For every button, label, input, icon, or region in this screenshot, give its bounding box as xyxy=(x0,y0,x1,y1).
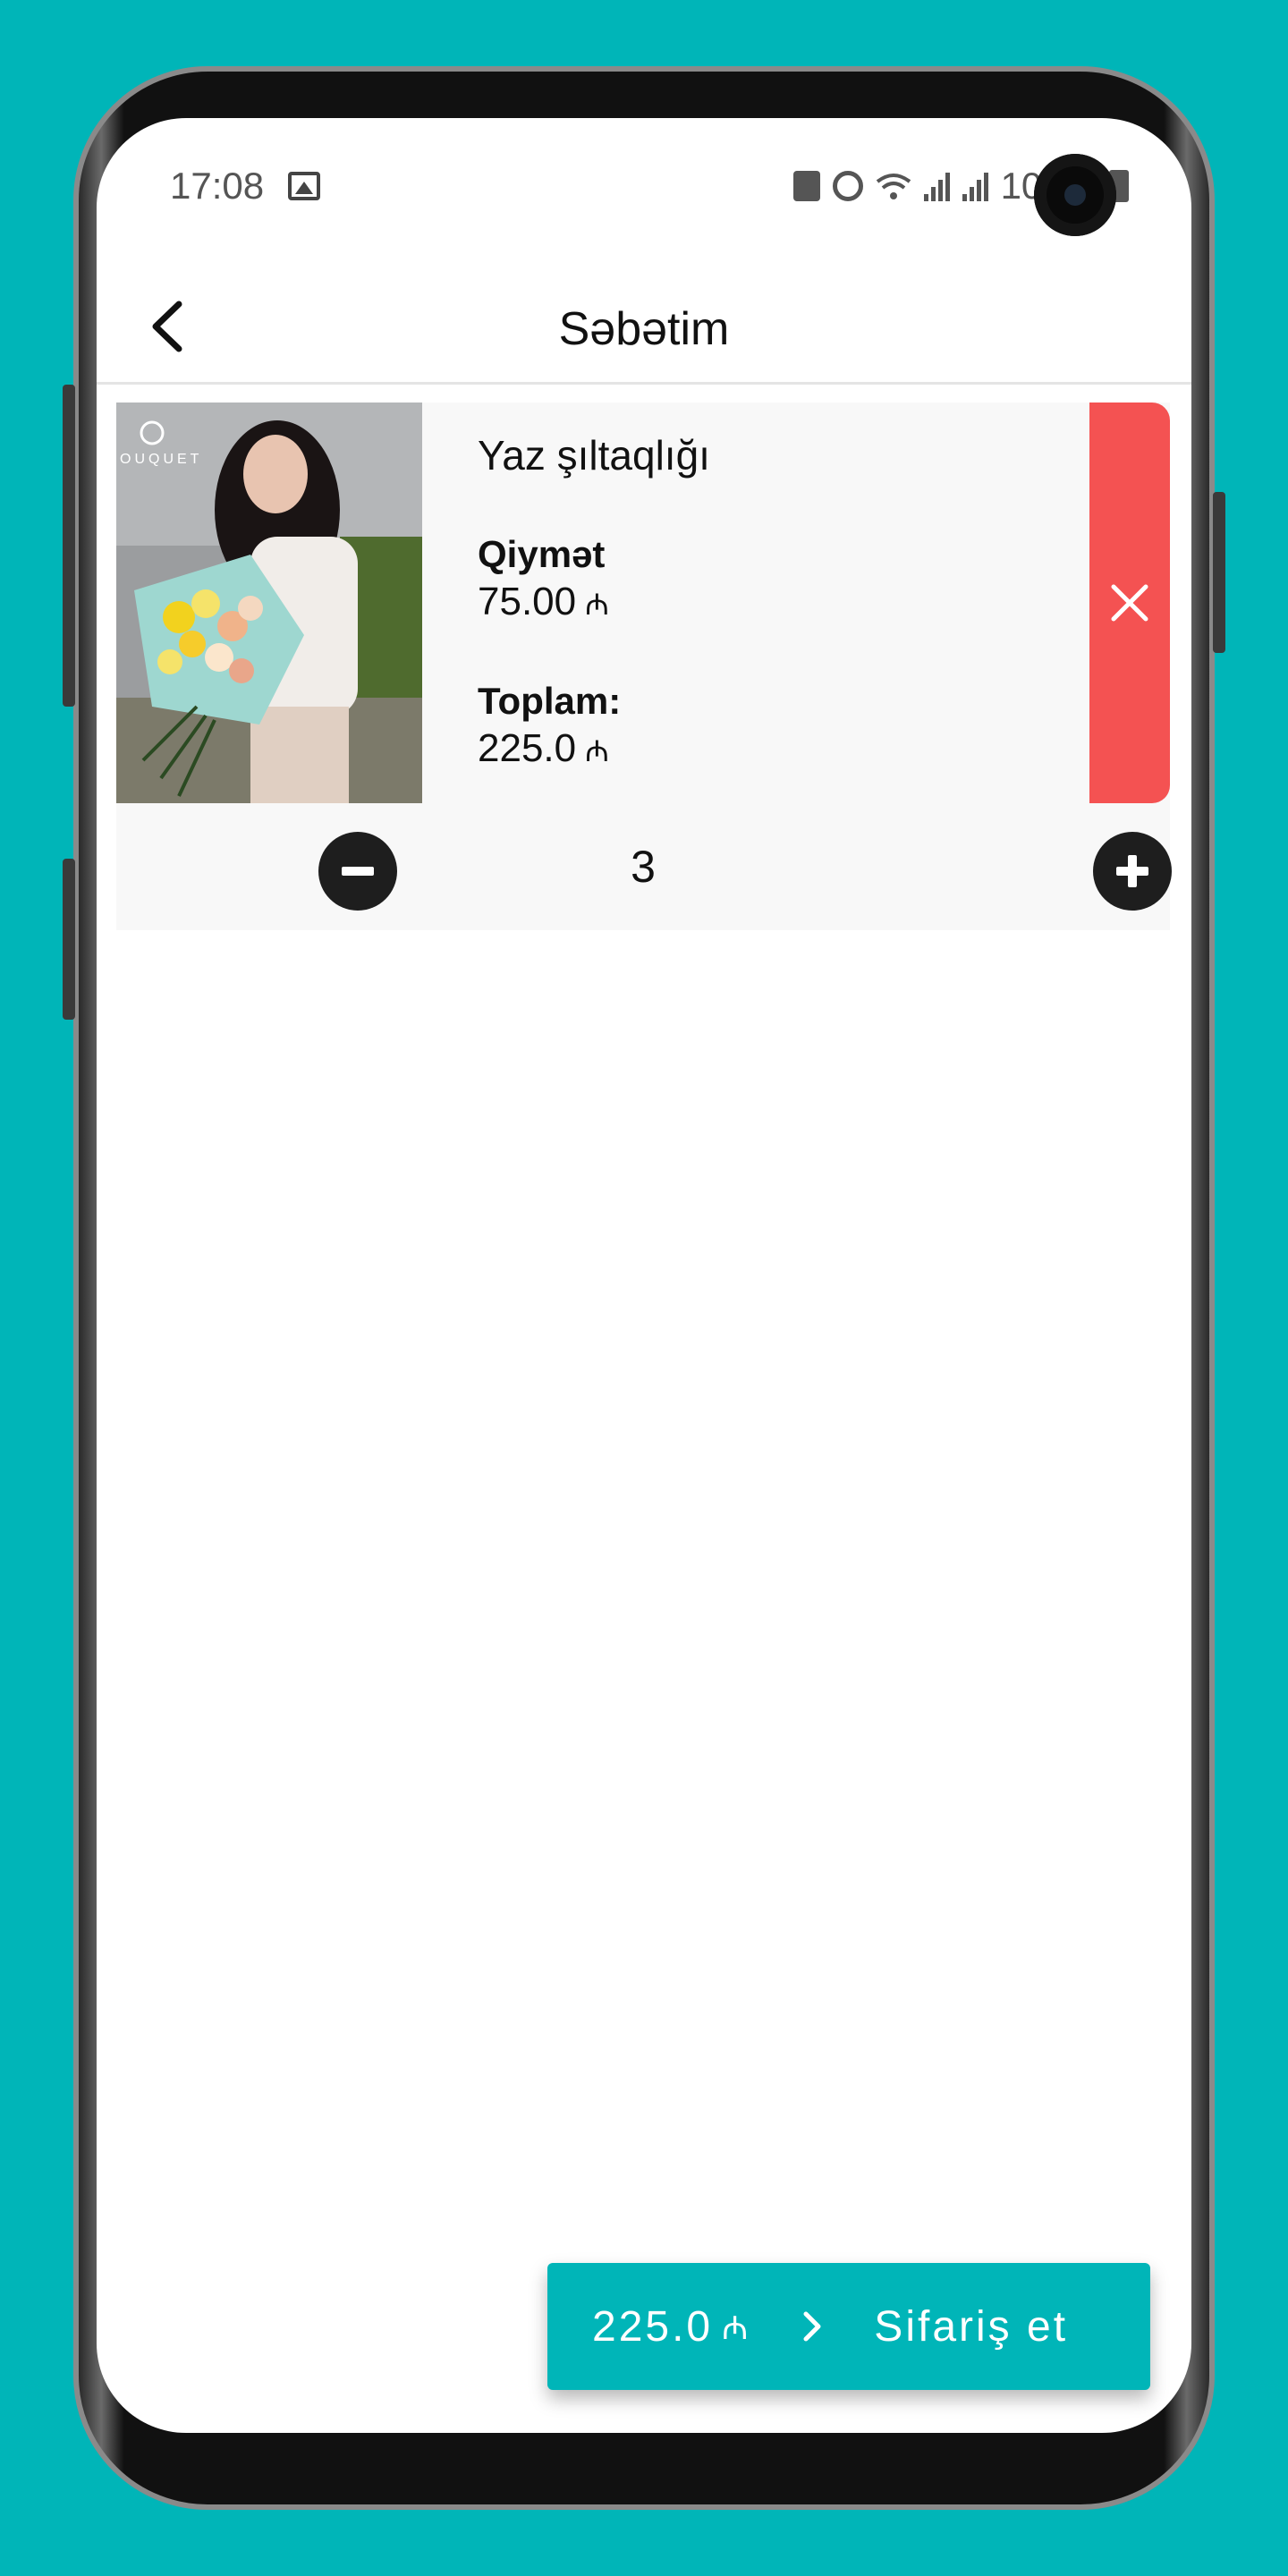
gallery-icon xyxy=(288,172,320,200)
wifi-icon xyxy=(876,174,911,199)
volume-button xyxy=(63,385,75,707)
status-time: 17:08 xyxy=(170,165,265,207)
alarm-icon xyxy=(832,171,863,201)
status-bar: 17:08 100% xyxy=(97,118,1191,261)
price-value: 75.00 ₼ xyxy=(478,580,609,624)
currency-symbol: ₼ xyxy=(585,588,609,621)
checkout-button[interactable]: 225.0 ₼ Sifariş et xyxy=(547,2263,1150,2390)
page-title: Səbətim xyxy=(558,303,730,355)
power-button xyxy=(1213,492,1225,653)
app-header: Səbətim xyxy=(97,270,1191,385)
increase-quantity-button[interactable] xyxy=(1093,832,1172,911)
bixby-button xyxy=(63,859,75,1020)
price-label: Qiymət xyxy=(478,533,606,575)
signal-icon-2 xyxy=(962,171,988,201)
total-amount: 225.0 xyxy=(478,726,577,770)
cart-item: OUQUET Yaz şıltaqlığı Qiymət 75.00 ₼ Topl… xyxy=(116,402,1172,930)
total-label: Toplam: xyxy=(478,680,622,722)
quantity-value: 3 xyxy=(631,842,656,892)
checkout-total: 225.0 xyxy=(592,2302,714,2351)
product-name: Yaz şıltaqlığı xyxy=(478,432,710,479)
battery-saver-icon xyxy=(792,171,820,201)
remove-item-button[interactable] xyxy=(1089,402,1170,803)
checkout-label: Sifariş et xyxy=(874,2302,1069,2351)
currency-symbol: ₼ xyxy=(585,734,609,767)
signal-icon-1 xyxy=(923,171,950,201)
product-image: OUQUET xyxy=(116,402,422,803)
close-icon xyxy=(1111,584,1148,622)
chevron-right-icon xyxy=(803,2311,821,2342)
total-value: 225.0 ₼ xyxy=(478,726,609,771)
app-screen: 17:08 100% Səbətim xyxy=(97,118,1191,2433)
plus-icon xyxy=(1116,855,1148,887)
front-camera xyxy=(1034,154,1116,236)
price-amount: 75.00 xyxy=(478,580,577,623)
photo-logo-text: OUQUET xyxy=(120,452,202,467)
checkout-currency: ₼ xyxy=(722,2309,751,2346)
product-photo[interactable]: OUQUET xyxy=(116,402,422,803)
